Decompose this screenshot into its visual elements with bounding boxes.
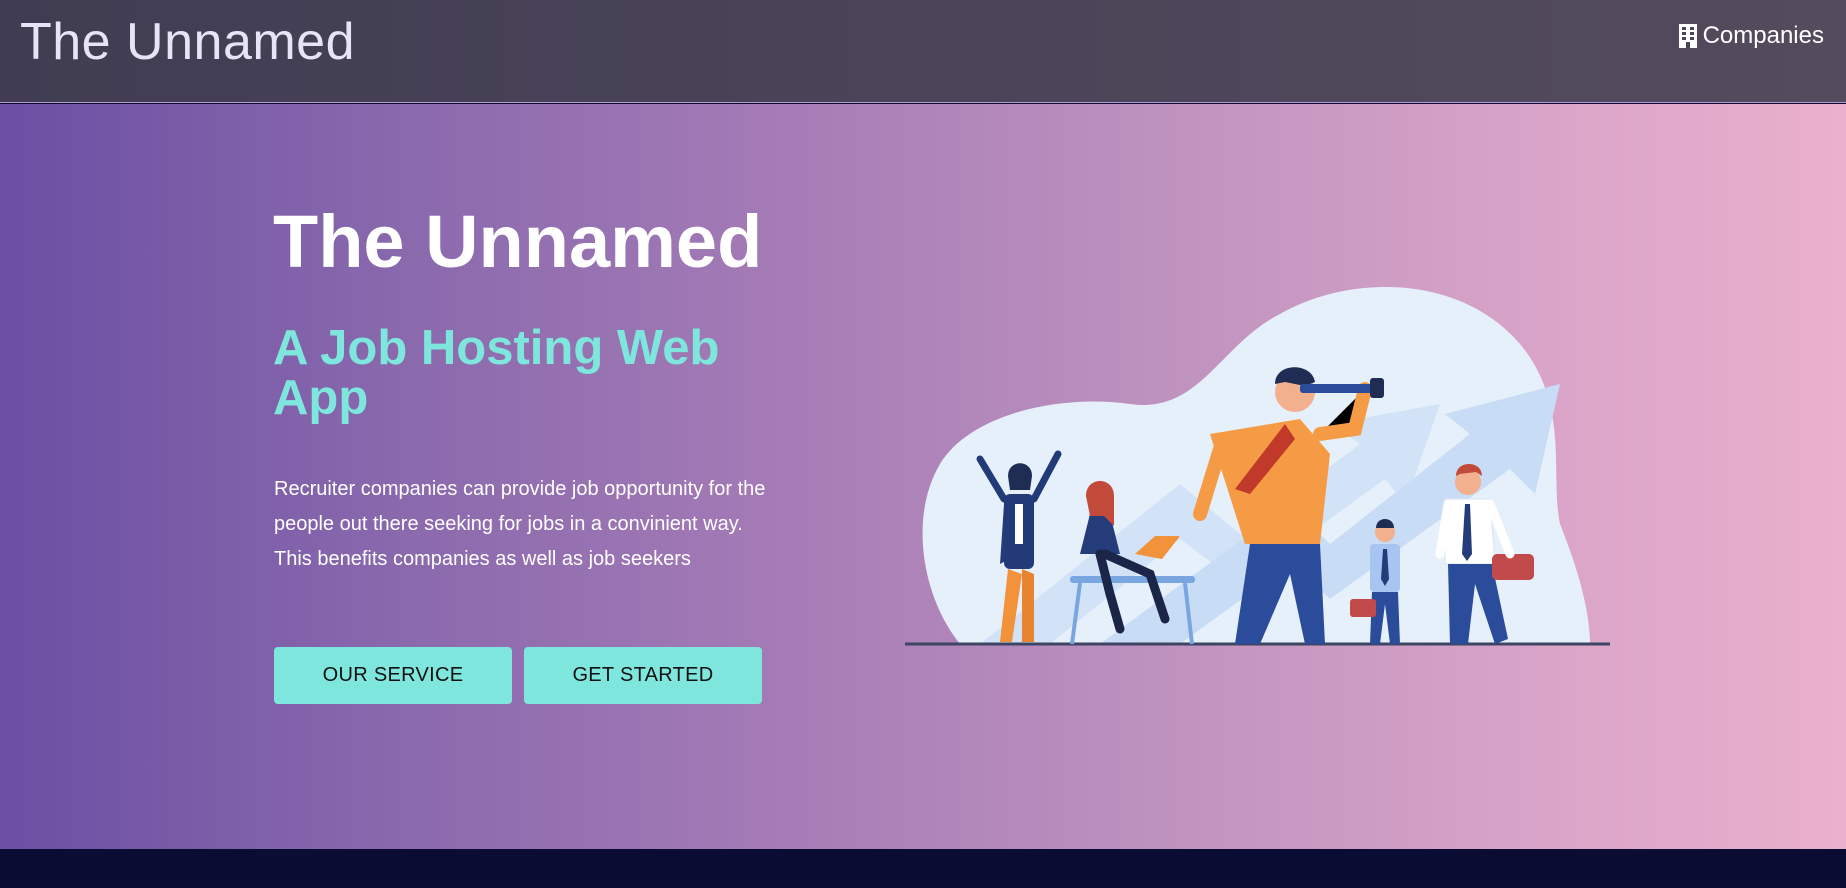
hero-title: The Unnamed: [273, 200, 763, 283]
our-service-button[interactable]: OUR SERVICE: [274, 647, 512, 704]
building-icon: [1678, 24, 1697, 48]
hero-section: The Unnamed A Job Hosting Web App Recrui…: [0, 104, 1846, 849]
nav-link-companies-label: Companies: [1702, 22, 1824, 49]
get-started-button[interactable]: GET STARTED: [524, 647, 762, 704]
people-career-growth-illustration: [900, 254, 1620, 654]
hero-subtitle: A Job Hosting Web App: [273, 321, 720, 425]
navbar: The Unnamed Companies: [0, 0, 1846, 103]
navbar-brand[interactable]: The Unnamed: [20, 12, 355, 72]
footer-band: [0, 849, 1846, 888]
nav-link-companies[interactable]: Companies: [1678, 22, 1824, 50]
hero-description: Recruiter companies can provide job oppo…: [274, 478, 766, 570]
